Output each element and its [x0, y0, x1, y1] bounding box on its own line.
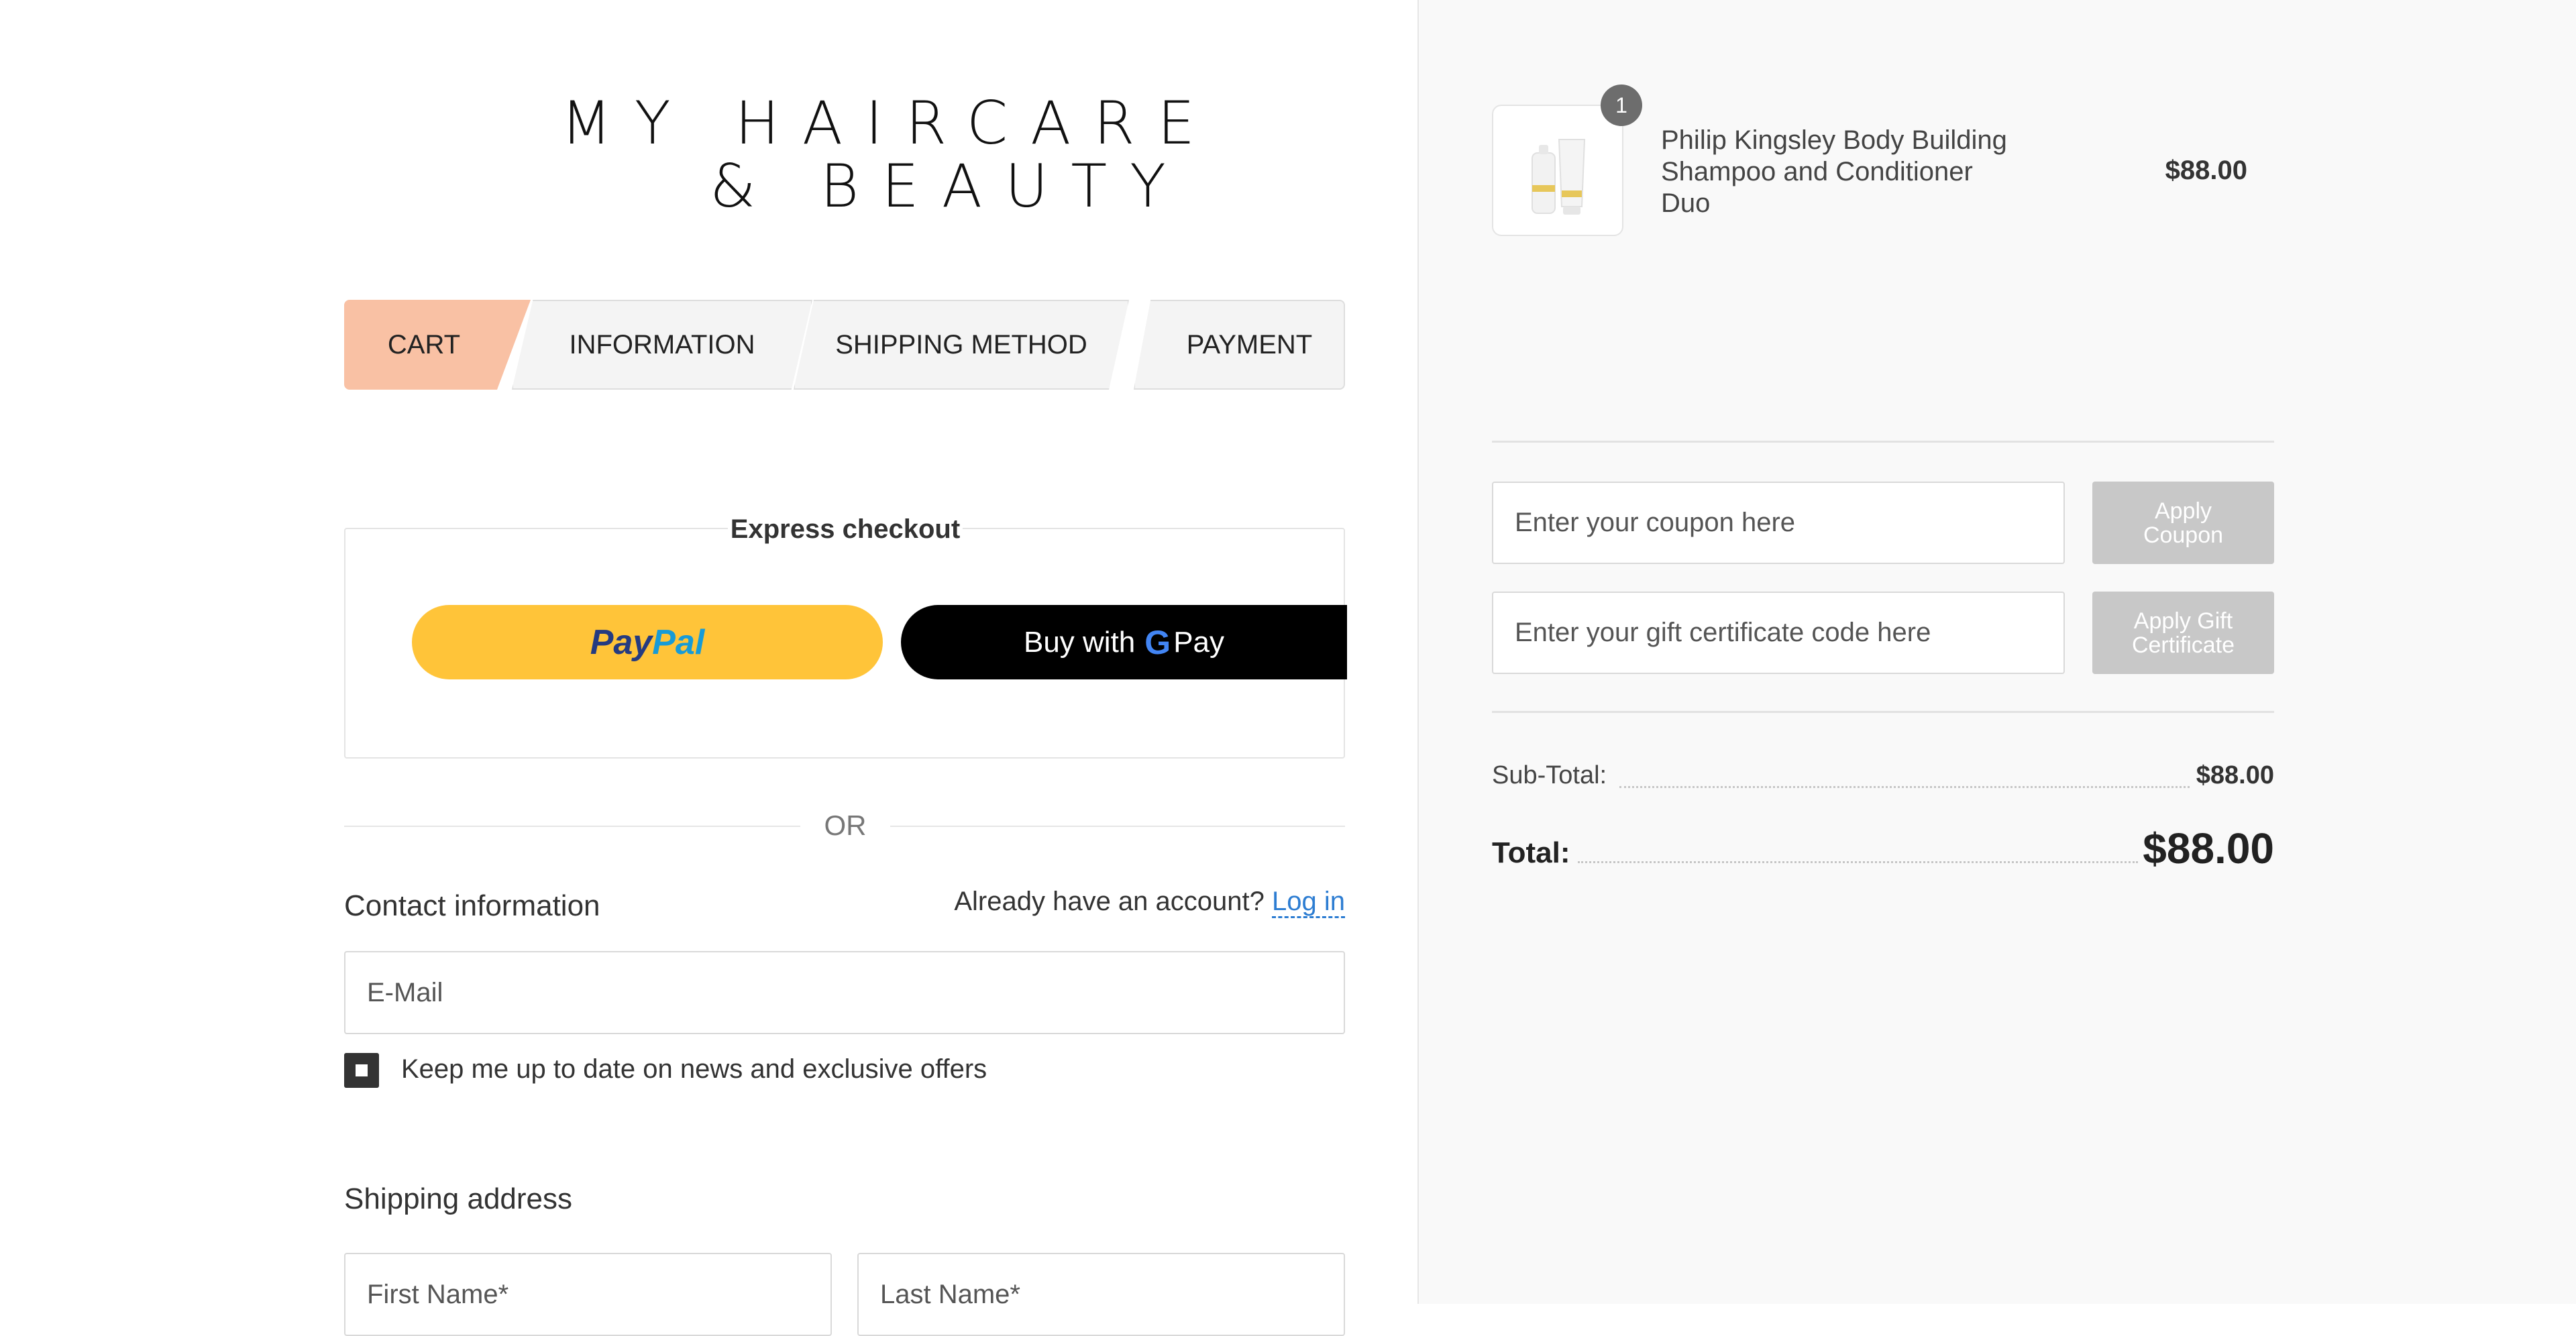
step-cart-label: CART	[387, 329, 461, 359]
step-shipping-method-label: SHIPPING METHOD	[835, 329, 1087, 359]
gpay-prefix: Buy with	[1023, 625, 1136, 659]
first-name-field[interactable]: First Name*	[344, 1253, 832, 1336]
product-thumbnail	[1492, 105, 1623, 236]
total-label: Total:	[1492, 836, 1570, 869]
google-pay-button[interactable]: Buy with G Pay	[901, 605, 1347, 679]
last-name-field[interactable]: Last Name*	[857, 1253, 1345, 1336]
product-name-line-2: Shampoo and Conditioner	[1661, 157, 1973, 186]
step-information-label: INFORMATION	[569, 329, 755, 359]
paypal-logo-pal: Pal	[652, 622, 705, 662]
product-price: $88.00	[2165, 156, 2247, 185]
subtotal-value: $88.00	[2196, 761, 2274, 789]
account-prompt-row: Already have an account? Log in	[954, 887, 1345, 918]
coupon-input[interactable]: Enter your coupon here	[1492, 482, 2065, 564]
or-divider-left	[344, 826, 800, 827]
shipping-address-title: Shipping address	[344, 1182, 573, 1215]
paypal-logo-pay: Pay	[590, 622, 653, 662]
gift-certificate-placeholder: Enter your gift certificate code here	[1515, 618, 1931, 647]
quantity-badge: 1	[1601, 85, 1642, 126]
product-name-line-1: Philip Kingsley Body Building	[1661, 125, 2007, 155]
last-name-placeholder: Last Name*	[880, 1280, 1020, 1309]
login-link[interactable]: Log in	[1272, 887, 1345, 918]
step-payment-label: PAYMENT	[1186, 329, 1313, 359]
step-shipping-method[interactable]: SHIPPING METHOD	[794, 300, 1129, 390]
apply-coupon-line-1: Apply	[2154, 498, 2212, 524]
summary-divider-top	[1492, 441, 2274, 443]
product-image-icon	[1532, 139, 1586, 215]
product-name[interactable]: Philip Kingsley Body Building Shampoo an…	[1661, 125, 2037, 219]
gift-certificate-input[interactable]: Enter your gift certificate code here	[1492, 592, 2065, 674]
contact-information-title: Contact information	[344, 889, 600, 922]
product-name-line-3: Duo	[1661, 188, 1711, 218]
step-payment[interactable]: PAYMENT	[1134, 300, 1345, 390]
apply-gift-line-2: Certificate	[2131, 632, 2235, 658]
or-divider-right	[890, 826, 1345, 827]
newsletter-checkbox[interactable]	[344, 1053, 379, 1088]
email-placeholder: E-Mail	[367, 977, 443, 1007]
subtotal-label: Sub-Total:	[1492, 761, 1607, 789]
account-prompt-text: Already have an account?	[954, 887, 1265, 916]
total-value: $88.00	[2143, 824, 2274, 873]
or-label: OR	[824, 810, 867, 841]
coupon-placeholder: Enter your coupon here	[1515, 508, 1796, 537]
first-name-placeholder: First Name*	[367, 1280, 509, 1309]
logo-line-2: & BEAUTY	[710, 152, 1189, 221]
apply-coupon-button[interactable]: Apply Coupon	[2092, 482, 2274, 564]
subtotal-dots	[1619, 786, 2190, 788]
apply-gift-certificate-button[interactable]: Apply Gift Certificate	[2092, 592, 2274, 674]
newsletter-label[interactable]: Keep me up to date on news and exclusive…	[401, 1054, 987, 1084]
step-information[interactable]: INFORMATION	[512, 300, 812, 390]
google-g-icon: G	[1144, 623, 1171, 661]
logo-line-1: MY HAIRCARE	[561, 89, 1218, 158]
step-cart[interactable]: CART	[344, 300, 531, 390]
apply-coupon-line-2: Coupon	[2143, 522, 2224, 548]
apply-gift-line-1: Apply Gift	[2133, 608, 2233, 634]
email-field[interactable]: E-Mail	[344, 951, 1345, 1034]
express-checkout-title: Express checkout	[728, 510, 963, 548]
paypal-button[interactable]: Pay Pal	[412, 605, 883, 679]
store-logo[interactable]: MY HAIRCARE & BEAUTY	[561, 94, 1195, 216]
total-dots	[1578, 861, 2138, 863]
summary-divider-bottom	[1492, 711, 2274, 713]
gpay-suffix: Pay	[1173, 625, 1225, 659]
